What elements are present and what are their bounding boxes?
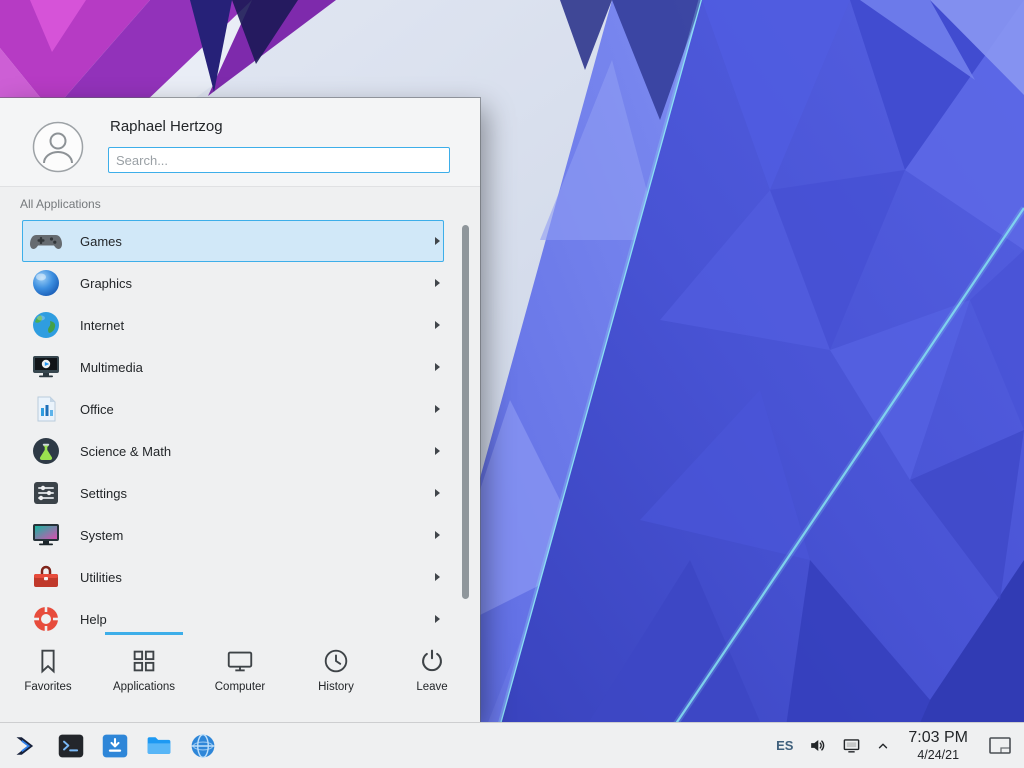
user-avatar[interactable] [32,121,84,173]
tab-label: Applications [113,681,175,693]
tab-computer[interactable]: Computer [192,632,288,722]
file-manager-icon[interactable] [144,731,174,761]
category-system[interactable]: System [22,514,444,556]
submenu-arrow-icon [435,405,440,413]
show-desktop-icon[interactable] [986,729,1014,763]
expand-tray-icon[interactable] [876,739,890,753]
science-math-icon [30,435,62,467]
tab-favorites[interactable]: Favorites [0,632,96,722]
office-icon [30,393,62,425]
help-icon [30,603,62,632]
submenu-arrow-icon [435,615,440,623]
breadcrumb-all-applications: All Applications [20,197,480,211]
settings-icon [30,477,62,509]
tab-label: Computer [215,681,266,693]
category-label: Office [80,402,435,417]
submenu-arrow-icon [435,531,440,539]
internet-icon [30,309,62,341]
web-browser-icon[interactable] [188,731,218,761]
submenu-arrow-icon [435,237,440,245]
system-tray: ES 7:03 PM 4/24/21 [776,729,1020,763]
category-settings[interactable]: Settings [22,472,444,514]
network-icon[interactable] [842,736,861,755]
category-label: Internet [80,318,435,333]
kickoff-tabbar: Favorites Applications Computer [0,632,480,722]
tab-history[interactable]: History [288,632,384,722]
tab-label: Leave [416,681,447,693]
submenu-arrow-icon [435,573,440,581]
category-office[interactable]: Office [22,388,444,430]
submenu-arrow-icon [435,489,440,497]
leave-icon [417,646,447,676]
category-label: Science & Math [80,444,435,459]
submenu-arrow-icon [435,279,440,287]
system-icon [30,519,62,551]
category-multimedia[interactable]: Multimedia [22,346,444,388]
category-games[interactable]: Games [22,220,444,262]
computer-icon [225,646,255,676]
category-help[interactable]: Help [22,598,444,632]
tab-label: History [318,681,354,693]
submenu-arrow-icon [435,363,440,371]
user-name: Raphael Hertzog [110,118,223,135]
category-label: System [80,528,435,543]
clock-date: 4/24/21 [908,748,968,763]
category-label: Graphics [80,276,435,291]
digital-clock[interactable]: 7:03 PM 4/24/21 [908,729,968,763]
category-utilities[interactable]: Utilities [22,556,444,598]
application-launcher: Raphael Hertzog All Applications Games [0,98,480,722]
graphics-icon [30,267,62,299]
list-scrollbar[interactable] [462,225,469,599]
submenu-arrow-icon [435,321,440,329]
category-graphics[interactable]: Graphics [22,262,444,304]
search-input[interactable] [108,147,450,173]
games-icon [30,225,62,257]
category-label: Games [80,234,435,249]
category-internet[interactable]: Internet [22,304,444,346]
terminal-icon[interactable] [56,731,86,761]
category-label: Settings [80,486,435,501]
tab-leave[interactable]: Leave [384,632,480,722]
applications-icon [129,646,159,676]
submenu-arrow-icon [435,447,440,455]
multimedia-icon [30,351,62,383]
taskbar-launchers [4,731,218,761]
taskbar-panel: ES 7:03 PM 4/24/21 [0,722,1024,768]
volume-icon[interactable] [808,736,827,755]
utilities-icon [30,561,62,593]
keyboard-layout-indicator[interactable]: ES [776,738,793,753]
tab-label: Favorites [24,681,71,693]
clock-time: 7:03 PM [908,729,968,748]
favorites-icon [33,646,63,676]
history-icon [321,646,351,676]
tab-applications[interactable]: Applications [96,632,192,722]
category-label: Help [80,612,435,627]
category-label: Multimedia [80,360,435,375]
app-menu-icon[interactable] [12,731,42,761]
category-label: Utilities [80,570,435,585]
launcher-header: Raphael Hertzog [0,98,480,187]
software-center-icon[interactable] [100,731,130,761]
application-categories: Games Graphics [0,220,480,632]
category-science-math[interactable]: Science & Math [22,430,444,472]
